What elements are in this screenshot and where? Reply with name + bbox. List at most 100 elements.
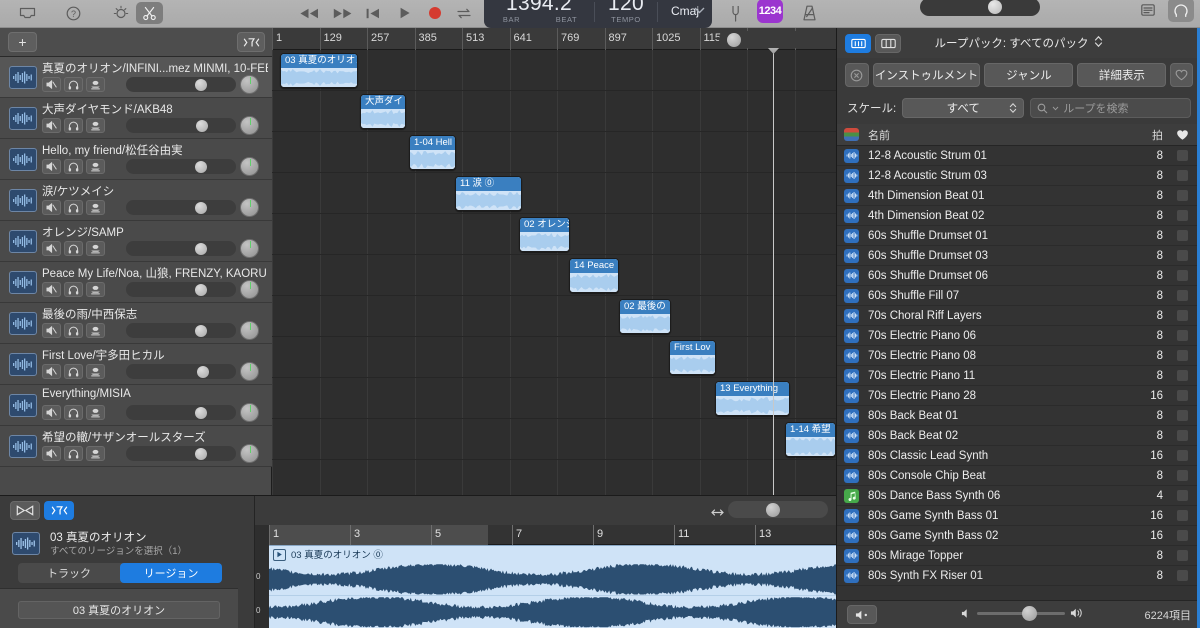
track-header-row[interactable]: Everything/MISIA <box>0 385 272 426</box>
loop-favorite-checkbox[interactable] <box>1163 390 1200 401</box>
rewind-button[interactable] <box>297 0 321 26</box>
track-pan-knob[interactable] <box>240 116 259 135</box>
track-name-label[interactable]: 希望の轍/サザンオールスターズ <box>42 429 268 445</box>
loop-list-item[interactable]: 70s Electric Piano 11 8 <box>837 366 1200 386</box>
master-volume-slider[interactable] <box>920 0 1040 16</box>
track-lane[interactable] <box>272 132 836 173</box>
column-header-beats[interactable]: 拍 <box>1111 127 1163 143</box>
record-enable-button[interactable] <box>86 282 105 297</box>
audio-region[interactable]: 02 オレンジ <box>519 217 570 252</box>
track-header-row[interactable]: 大声ダイヤモンド/AKB48 <box>0 98 272 139</box>
loop-list[interactable]: 12-8 Acoustic Strum 01 8 12-8 Acoustic Str… <box>837 146 1200 601</box>
track-name-label[interactable]: Peace My Life/Noa, 山狼, FRENZY, KAORU <box>42 265 268 281</box>
catch-playhead-icon[interactable] <box>10 501 40 520</box>
mute-button[interactable] <box>42 159 61 174</box>
record-enable-button[interactable] <box>86 200 105 215</box>
loop-list-item[interactable]: 60s Shuffle Drumset 06 8 <box>837 266 1200 286</box>
track-volume-slider[interactable] <box>126 446 236 461</box>
lcd-tempo[interactable]: 120 TEMPO <box>595 0 657 28</box>
track-volume-knob[interactable] <box>195 160 208 173</box>
track-volume-knob[interactable] <box>195 447 208 460</box>
track-header-row[interactable]: 真夏のオリオン/INFINI...mez MINMI, 10-FEET <box>0 57 272 98</box>
editor-cycle-range[interactable] <box>269 525 488 545</box>
loop-favorite-checkbox[interactable] <box>1163 450 1200 461</box>
track-name-label[interactable]: 涙/ケツメイシ <box>42 183 268 199</box>
count-in-badge[interactable]: 1234 <box>757 0 783 23</box>
track-volume-slider[interactable] <box>126 241 236 256</box>
track-header-row[interactable]: 最後の雨/中西保志 <box>0 303 272 344</box>
zoom-slider-knob[interactable] <box>727 32 741 47</box>
preview-mute-icon[interactable] <box>847 605 877 624</box>
mute-button[interactable] <box>42 282 61 297</box>
editor-waveform-area[interactable]: 1 3 5 7 9 11 13 03 真夏のオリオン ⓪ 0 0 <box>255 496 836 628</box>
audio-region[interactable]: First Lov <box>669 340 716 375</box>
loop-list-item[interactable]: 70s Choral Riff Layers 8 <box>837 306 1200 326</box>
track-header-row[interactable]: 涙/ケツメイシ <box>0 180 272 221</box>
loop-search-input[interactable]: ループを検索 <box>1030 98 1191 118</box>
editor-waveform[interactable] <box>269 562 836 628</box>
audio-region[interactable]: 03 真夏のオリオン <box>280 53 358 88</box>
loop-favorite-checkbox[interactable] <box>1163 490 1200 501</box>
region-name-field[interactable]: 03 真夏のオリオン <box>18 601 220 619</box>
master-volume-knob[interactable] <box>988 0 1002 14</box>
record-enable-button[interactable] <box>86 118 105 133</box>
track-volume-knob[interactable] <box>197 365 210 378</box>
loop-favorite-checkbox[interactable] <box>1163 470 1200 481</box>
add-track-button[interactable]: + <box>8 32 37 52</box>
mute-button[interactable] <box>42 364 61 379</box>
track-filter-button[interactable] <box>237 32 265 52</box>
fast-forward-button[interactable] <box>331 0 355 26</box>
metronome-icon[interactable] <box>798 0 820 26</box>
track-volume-slider[interactable] <box>126 200 236 215</box>
record-button[interactable] <box>424 0 446 26</box>
solo-button[interactable] <box>64 282 83 297</box>
track-header-row[interactable]: オレンジ/SAMP <box>0 221 272 262</box>
solo-button[interactable] <box>64 241 83 256</box>
editor-filter-icon[interactable] <box>44 501 74 520</box>
loop-list-item[interactable]: 12-8 Acoustic Strum 01 8 <box>837 146 1200 166</box>
descriptors-filter-button[interactable]: 詳細表示 <box>1077 63 1167 87</box>
help-icon[interactable]: ? <box>60 0 86 26</box>
track-volume-slider[interactable] <box>126 364 236 379</box>
record-enable-button[interactable] <box>86 364 105 379</box>
solo-button[interactable] <box>64 405 83 420</box>
mute-button[interactable] <box>42 200 61 215</box>
solo-button[interactable] <box>64 118 83 133</box>
track-volume-slider[interactable] <box>126 282 236 297</box>
track-volume-knob[interactable] <box>195 78 208 91</box>
track-name-label[interactable]: Hello, my friend/松任谷由実 <box>42 142 268 158</box>
track-header-row[interactable]: Hello, my friend/松任谷由実 <box>0 139 272 180</box>
track-pan-knob[interactable] <box>240 321 259 340</box>
editor-ruler[interactable]: 1 3 5 7 9 11 13 <box>269 525 836 545</box>
go-to-beginning-button[interactable] <box>362 0 384 26</box>
track-volume-slider[interactable] <box>126 118 236 133</box>
loop-list-item[interactable]: 60s Shuffle Fill 07 8 <box>837 286 1200 306</box>
preview-volume-slider[interactable] <box>977 605 1065 621</box>
loop-favorite-checkbox[interactable] <box>1163 190 1200 201</box>
instrument-filter-button[interactable]: インストゥルメント <box>872 63 981 87</box>
loop-browser-icon[interactable] <box>1168 0 1194 22</box>
loop-list-item[interactable]: 70s Electric Piano 08 8 <box>837 346 1200 366</box>
audio-region[interactable]: 13 Everything <box>715 381 790 416</box>
track-volume-slider[interactable] <box>126 323 236 338</box>
track-pan-knob[interactable] <box>240 198 259 217</box>
loop-favorite-checkbox[interactable] <box>1163 230 1200 241</box>
audio-region[interactable]: 大声ダイ <box>360 94 406 129</box>
column-view-toggle[interactable] <box>875 34 901 53</box>
track-lane[interactable] <box>272 337 836 378</box>
track-volume-knob[interactable] <box>195 406 208 419</box>
favorite-icon[interactable] <box>1170 63 1193 87</box>
solo-button[interactable] <box>64 200 83 215</box>
track-volume-slider[interactable] <box>126 405 236 420</box>
loop-list-item[interactable]: 80s Synth FX Riser 01 8 <box>837 566 1200 586</box>
solo-button[interactable] <box>64 364 83 379</box>
loop-favorite-checkbox[interactable] <box>1163 370 1200 381</box>
scale-select[interactable]: すべて <box>902 98 1025 118</box>
column-header-favorite-icon[interactable] <box>1163 129 1200 141</box>
tuner-icon[interactable] <box>108 0 134 26</box>
track-pan-knob[interactable] <box>240 280 259 299</box>
loop-list-item[interactable]: 80s Classic Lead Synth 16 <box>837 446 1200 466</box>
loop-favorite-checkbox[interactable] <box>1163 270 1200 281</box>
track-pan-knob[interactable] <box>240 444 259 463</box>
mute-button[interactable] <box>42 118 61 133</box>
